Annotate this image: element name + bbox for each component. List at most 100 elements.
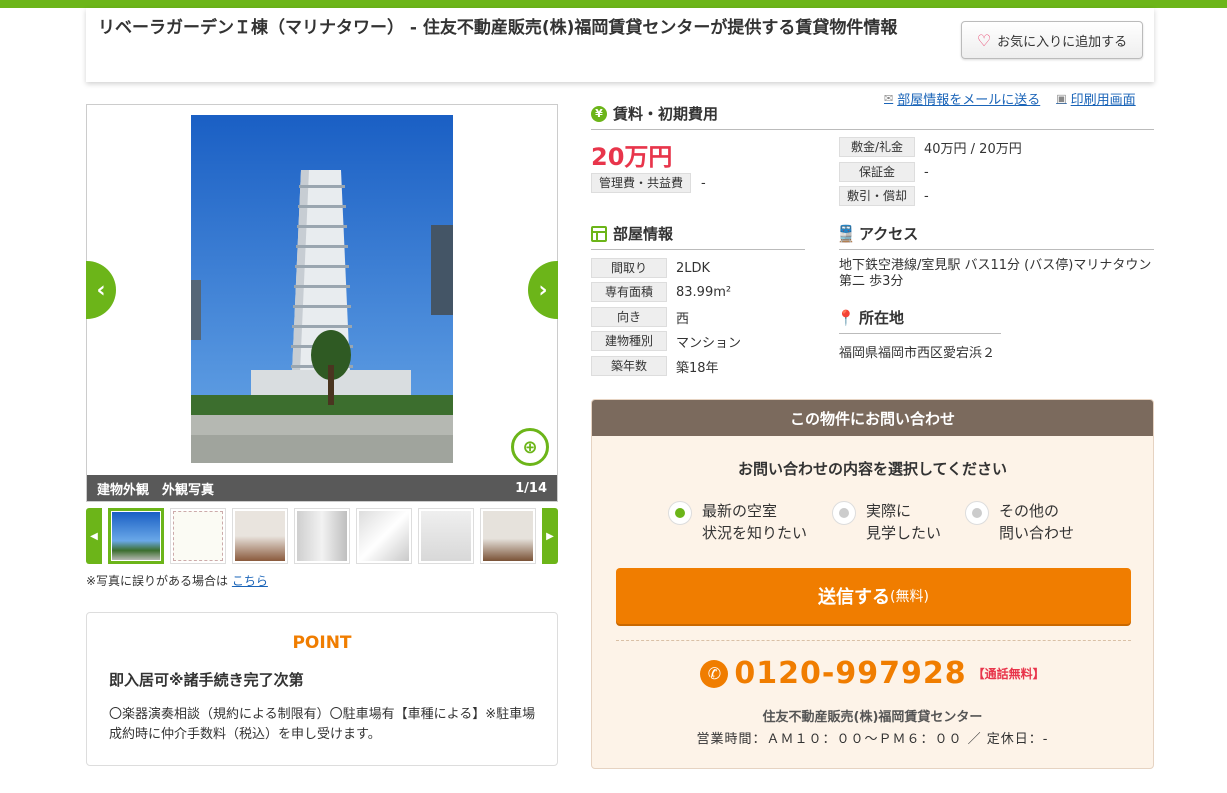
shikibiki-value: - [924,188,929,204]
phone-row: ✆ 0120-997928 【通話無料】 [592,656,1153,691]
point-body: 〇楽器演奏相談（規約による制限有）〇駐車場有【車種による】※駐車場成約時に仲介手… [109,707,536,742]
room-section-header: 部屋情報 [591,223,805,250]
option-line2: 見学したい [866,524,942,542]
thumb-next-button[interactable]: ▶ [542,508,558,564]
next-photo-button[interactable]: › [528,261,558,319]
room-row: 間取り 2LDK [591,258,710,278]
photo-caption-bar: 建物外観 外観写真 1/14 [87,475,557,501]
radio-selected[interactable] [668,501,692,525]
option-line1: その他の [999,502,1060,520]
room-section-title: 部屋情報 [613,225,674,243]
inquiry-option-visit[interactable]: 実際に 見学したい [832,500,941,544]
point-title: POINT [292,633,352,653]
main-photo[interactable] [191,115,453,463]
inquiry-option-vacancy[interactable]: 最新の空室状況を知りたい [668,500,807,544]
room-label: 建物種別 [591,331,667,351]
header-card: リベーラガーデンＩ棟（マリナタワー） - 住友不動産販売(株)福岡賃貸センターが… [86,8,1154,82]
send-sub-label: (無料) [890,589,929,605]
deposit-value: 40万円 / 20万円 [924,141,1022,157]
access-text: 地下鉄空港線/室見駅 バス11分 (バス停)マリナタウン第二 歩3分 [839,258,1152,289]
thumbnail[interactable] [480,508,536,564]
room-row: 築年数 築18年 [591,356,719,376]
phone-number[interactable]: 0120-997928 [734,656,966,691]
point-headline: 即入居可※諸手続き完了次第 [109,671,304,689]
access-section-header: 🚆 アクセス [836,223,1154,250]
address-section-title: 所在地 [859,309,905,327]
inquiry-option-other[interactable]: その他の 問い合わせ [965,500,1074,544]
inquiry-option-label: 最新の空室状況を知りたい [702,500,807,544]
rent-section-header: ¥ 賃料・初期費用 [591,103,1154,130]
chevron-left-icon: ‹ [96,277,106,303]
radio-unselected[interactable] [965,501,989,525]
company-name: 住友不動産販売(株)福岡賃貸センター [762,710,983,725]
floorplan-icon [591,225,607,242]
top-accent-bar [0,0,1227,8]
address-text: 福岡県福岡市西区愛宕浜２ [839,346,996,361]
rent-section-title: 賃料・初期費用 [613,105,719,123]
room-row: 専有面積 83.99m² [591,282,731,302]
option-line2: 状況を知りたい [702,524,808,542]
room-value: マンション [676,335,742,351]
page-title: リベーラガーデンＩ棟（マリナタワー） - 住友不動産販売(株)福岡賃貸センターが… [98,18,898,38]
deposit-label: 敷金/礼金 [839,137,915,157]
guarantee-label: 保証金 [839,162,915,182]
address-section-header: 📍 所在地 [836,307,1001,334]
room-value: 2LDK [676,260,711,276]
guarantee-value: - [924,164,929,180]
room-label: 向き [591,307,667,327]
option-line2: 問い合わせ [999,524,1075,542]
yen-icon: ¥ [591,105,607,122]
point-box: POINT 即入居可※諸手続き完了次第 〇楽器演奏相談（規約による制限有）〇駐車… [86,612,558,766]
guarantee-row: 保証金 - [839,162,929,182]
thumbnail[interactable] [356,508,412,564]
photo-counter: 1/14 [515,480,547,496]
option-line1: 実際に [866,502,912,520]
option-line1: 最新の空室 [702,502,778,520]
room-value: 築18年 [676,360,719,376]
inquiry-question: お問い合わせの内容を選択してください [737,460,1008,478]
divider [616,640,1131,641]
add-favorite-button[interactable]: ♡ お気に入りに追加する [961,21,1143,59]
send-button[interactable]: 送信する (無料) [616,568,1131,624]
thumbnail[interactable] [108,508,164,564]
phone-icon: ✆ [700,659,729,688]
zoom-in-icon: ⊕ [522,436,538,458]
access-section-title: アクセス [859,225,919,243]
management-fee: 管理費・共益費 - [591,173,706,193]
photo-note-text: ※写真に誤りがある場合は [86,574,229,588]
thumbnail-strip: ◀ ▶ [86,508,558,564]
triangle-left-icon: ◀ [90,530,98,542]
add-favorite-label: お気に入りに追加する [997,34,1128,50]
deposit-row: 敷金/礼金 40万円 / 20万円 [839,137,1022,157]
inquiry-panel: この物件にお問い合わせ お問い合わせの内容を選択してください 最新の空室 状況を知… [591,399,1154,769]
shikibiki-label: 敷引・償却 [839,186,915,206]
thumbnail[interactable] [170,508,226,564]
send-label: 送信する [818,587,891,608]
heart-icon: ♡ [976,30,992,50]
thumbnail[interactable] [294,508,350,564]
room-row: 建物種別 マンション [591,331,741,351]
thumbnail[interactable] [232,508,288,564]
triangle-right-icon: ▶ [546,530,554,542]
room-row: 向き 西 [591,307,689,327]
photo-viewer: ‹ › ⊕ 建物外観 外観写真 1/14 [86,104,558,502]
toll-free-badge: 【通話無料】 [972,667,1045,681]
radio-unselected[interactable] [832,501,856,525]
photo-error-note: ※写真に誤りがある場合は こちら [86,572,268,589]
zoom-in-button[interactable]: ⊕ [511,428,549,466]
chevron-right-icon: › [538,277,548,303]
shikibiki-row: 敷引・償却 - [839,186,929,206]
room-label: 専有面積 [591,282,667,302]
thumbnail[interactable] [418,508,474,564]
room-label: 間取り [591,258,667,278]
room-value: 83.99m² [676,284,732,300]
map-pin-icon: 📍 [836,308,856,327]
photo-error-link[interactable]: こちら [232,574,268,588]
rent-price: 20万円 [591,143,673,171]
management-fee-label: 管理費・共益費 [591,173,691,193]
business-hours: 営業時間：ＡＭ１０：００～ＰＭ６：００ ／ 定休日：- [696,732,1049,747]
prev-photo-button[interactable]: ‹ [86,261,116,319]
thumb-prev-button[interactable]: ◀ [86,508,102,564]
management-fee-value: - [701,175,706,191]
room-label: 築年数 [591,356,667,376]
